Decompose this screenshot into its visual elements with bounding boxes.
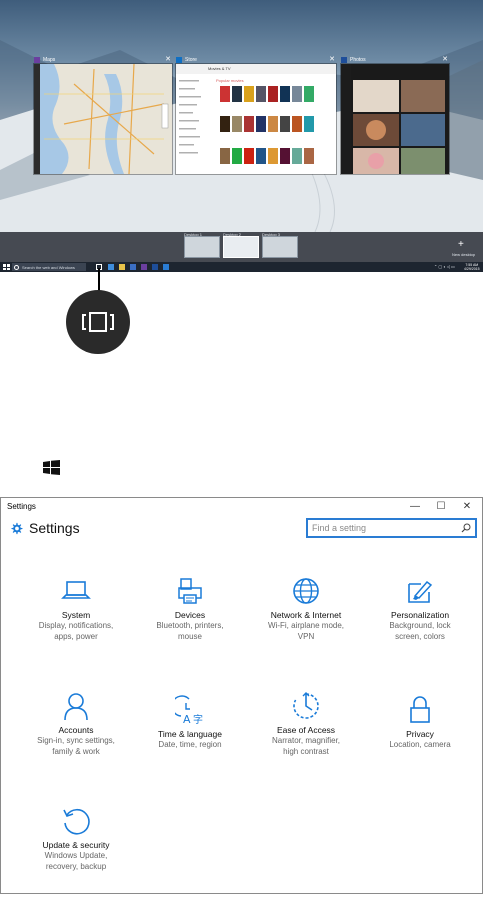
taskbar-search-box[interactable]: Search the web and Windows: [12, 263, 86, 271]
minimize-button[interactable]: —: [402, 498, 428, 515]
page-title: Settings: [29, 520, 80, 536]
category-update-security[interactable]: Update & security Windows Update, recove…: [21, 806, 131, 872]
paint-icon: [408, 580, 433, 603]
maps-taskbar-icon[interactable]: [141, 264, 147, 270]
edge-icon[interactable]: [108, 264, 114, 270]
store-taskbar-icon[interactable]: [130, 264, 136, 270]
store-window-thumbnail[interactable]: Movies & TV Popular movies: [176, 64, 336, 174]
photos-taskbar-icon[interactable]: [152, 264, 158, 270]
new-desktop-plus-icon[interactable]: +: [458, 240, 464, 250]
ease-of-access-icon: [293, 692, 319, 719]
search-icon[interactable]: [461, 523, 471, 533]
update-icon: [63, 808, 90, 835]
mail-taskbar-icon[interactable]: [163, 264, 169, 270]
window-title: Settings: [7, 502, 36, 511]
gear-icon: [11, 522, 23, 535]
desktop-3-thumbnail[interactable]: [262, 236, 298, 258]
taskbar-clock[interactable]: 7:55 AM 4/29/2015: [464, 263, 480, 271]
find-setting-box[interactable]: [306, 518, 477, 538]
store-close-icon[interactable]: ✕: [327, 55, 337, 65]
category-ease-of-access[interactable]: Ease of Access Narrator, magnifier, high…: [251, 691, 361, 757]
maps-close-icon[interactable]: ✕: [163, 55, 173, 65]
time-language-icon: A 字: [175, 695, 203, 725]
globe-icon: [293, 578, 319, 604]
maps-window-thumbnail[interactable]: [34, 64, 172, 174]
desktop-2-thumbnail[interactable]: [223, 236, 259, 258]
task-view-icon: [82, 312, 114, 332]
desktop-1-thumbnail[interactable]: [184, 236, 220, 258]
category-system[interactable]: System Display, notifications, apps, pow…: [21, 576, 131, 642]
lock-icon: [410, 696, 430, 723]
task-view-callout: [66, 290, 130, 354]
maximize-button[interactable]: ☐: [428, 498, 454, 515]
person-icon: [64, 693, 88, 721]
svg-text:字: 字: [193, 713, 203, 725]
windows-logo-icon[interactable]: [43, 460, 60, 475]
category-devices[interactable]: Devices Bluetooth, printers, mouse: [135, 576, 245, 642]
category-privacy[interactable]: Privacy Location, camera: [365, 695, 475, 750]
laptop-icon: [61, 581, 91, 599]
new-desktop-label: New desktop: [452, 252, 476, 257]
task-view-screenshot: Maps ✕ Store Movies & TV Popular movies: [0, 0, 483, 272]
category-network-internet[interactable]: Network & Internet Wi-Fi, airplane mode,…: [251, 576, 361, 642]
settings-window: Settings — ☐ ✕ Settings System Display, …: [0, 497, 483, 894]
file-explorer-icon[interactable]: [119, 264, 125, 270]
title-bar[interactable]: Settings — ☐ ✕: [1, 498, 482, 515]
find-setting-input[interactable]: [312, 523, 462, 533]
close-button[interactable]: ✕: [454, 498, 480, 515]
category-time-language[interactable]: A 字 Time & language Date, time, region: [135, 695, 245, 750]
cortana-icon: [14, 264, 19, 270]
svg-text:A: A: [183, 713, 191, 725]
taskbar-search-placeholder: Search the web and Windows: [22, 264, 75, 270]
photos-window-thumbnail[interactable]: [341, 64, 449, 174]
photos-close-icon[interactable]: ✕: [440, 55, 450, 65]
start-button-small[interactable]: [3, 264, 10, 270]
printer-icon: [178, 578, 202, 604]
category-personalization[interactable]: Personalization Background, lock screen,…: [365, 576, 475, 642]
system-tray-icons[interactable]: ⌃ ▢ ◐ ◁ ▭: [434, 264, 455, 269]
category-accounts[interactable]: Accounts Sign-in, sync settings, family …: [21, 691, 131, 757]
